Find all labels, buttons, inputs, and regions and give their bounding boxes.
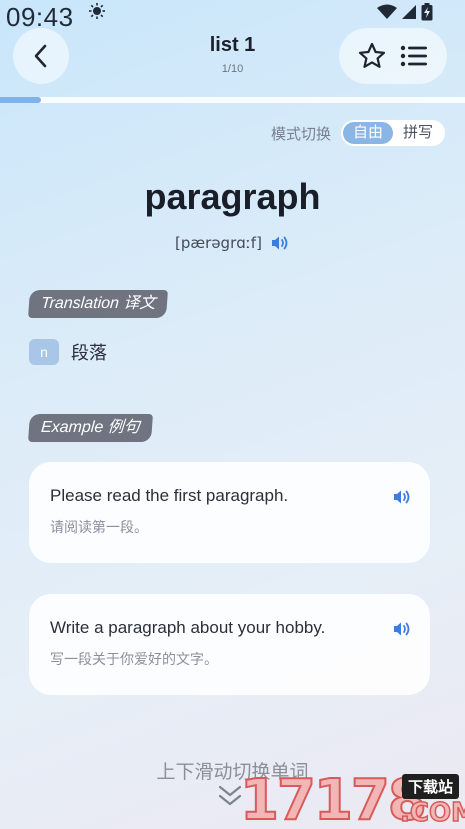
example-card: Write a paragraph about your hobby. 写一段关… [29,594,430,695]
signal-icon [402,5,416,19]
phonetic: [pærəgrɑːf] [175,234,262,252]
example-card: Please read the first paragraph. 请阅读第一段。 [29,462,430,563]
example-sentence-en: Please read the first paragraph. [50,486,289,505]
phonetic-row: [pærəgrɑːf] [0,234,465,252]
mode-option-spell[interactable]: 拼写 [393,122,443,144]
mode-label: 模式切换 [270,125,331,143]
speaker-icon[interactable] [270,234,290,252]
progress-fill [0,97,41,103]
status-icons [377,3,433,21]
part-of-speech-badge: n [29,339,59,365]
example-sentence-zh: 请阅读第一段。 [50,519,148,535]
mode-toggle[interactable]: 自由 拼写 [340,120,445,146]
speaker-icon[interactable] [392,488,412,506]
header: list 1 1/10 [0,28,465,90]
progress-bar [0,97,465,103]
example-sentence-en: Write a paragraph about your hobby. [50,618,326,637]
battery-icon [421,3,433,21]
list-icon[interactable] [399,41,429,71]
speaker-icon[interactable] [392,620,412,638]
header-actions [339,28,447,84]
status-bar: 09:43 [0,0,465,32]
star-icon[interactable] [357,41,387,71]
example-sentence-zh: 写一段关于你爱好的文字。 [50,651,218,667]
mode-switch-row: 模式切换 自由 拼写 [271,120,445,146]
watermark-badge: 下载站 [402,774,460,799]
translation-meaning: 段落 [71,343,107,363]
watermark-logo: 17178 下载站 .COM [239,767,465,829]
sun-icon [89,3,105,19]
example-tag: Example 例句 [28,414,153,442]
translation-tag: Translation 译文 [28,290,169,318]
word-title: paragraph [144,176,321,217]
wifi-icon [377,4,397,19]
translation-row: n 段落 [29,339,107,365]
watermark-number: 17178 [239,767,428,829]
mode-option-free[interactable]: 自由 [342,122,393,144]
watermark-suffix: .COM [399,797,465,829]
